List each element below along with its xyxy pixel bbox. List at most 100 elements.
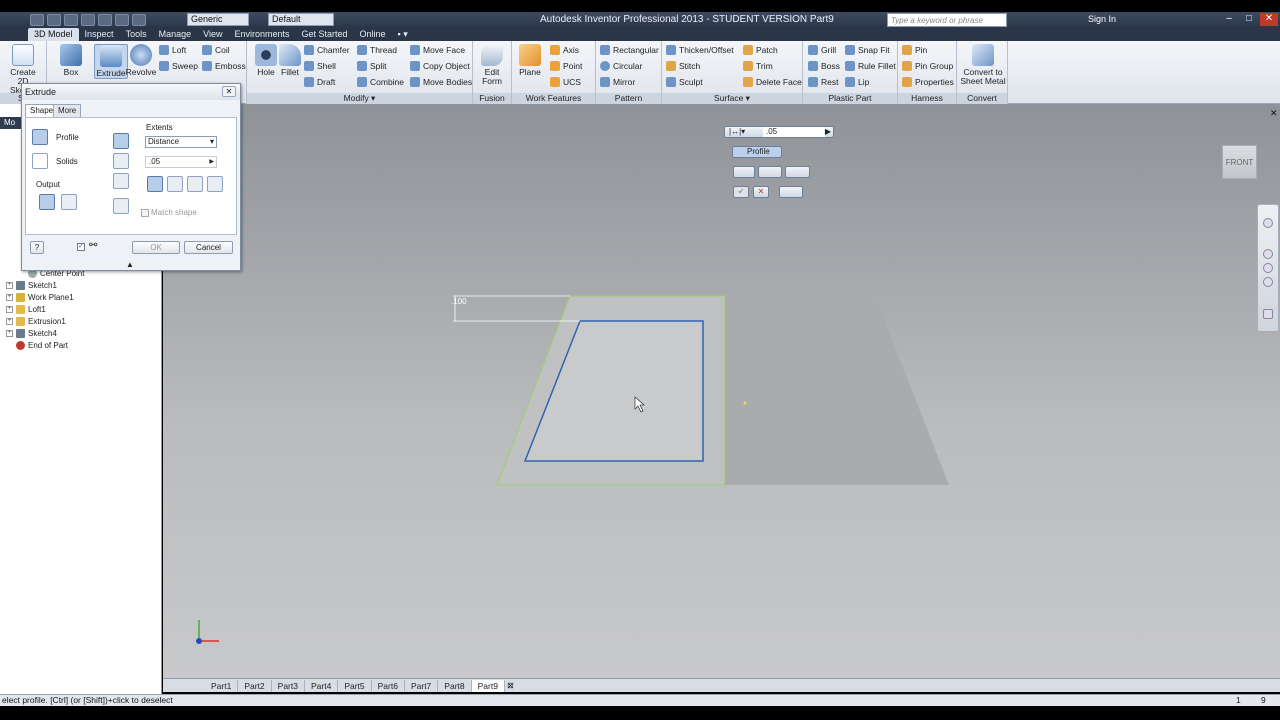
tree-item-sketch4[interactable]: + Sketch4: [6, 328, 57, 339]
open-icon[interactable]: [47, 14, 61, 26]
fillet-button[interactable]: Fillet: [273, 44, 307, 77]
menu-tools[interactable]: Tools: [120, 28, 153, 41]
thread-button[interactable]: Thread: [357, 43, 397, 57]
sweep-button[interactable]: Sweep: [159, 59, 198, 73]
maximize-button[interactable]: □: [1240, 13, 1258, 26]
box-button[interactable]: Box: [54, 44, 88, 77]
combine-button[interactable]: Combine: [357, 75, 404, 89]
patch-button[interactable]: Patch: [743, 43, 778, 57]
properties-button[interactable]: Properties: [902, 75, 954, 89]
graphics-viewport[interactable]: .100 ✕: [163, 104, 1280, 678]
apply-arrow-icon[interactable]: ▶: [825, 127, 831, 137]
sign-in-link[interactable]: Sign In: [1088, 14, 1116, 24]
symmetric-button[interactable]: [187, 176, 203, 192]
close-button[interactable]: ✕: [1260, 13, 1278, 26]
collapse-dialog-button[interactable]: ▲: [126, 260, 134, 269]
rest-button[interactable]: Rest: [808, 75, 838, 89]
mini-solid-select[interactable]: [733, 166, 755, 178]
coil-button[interactable]: Coil: [202, 43, 230, 57]
output-solid-button[interactable]: [39, 194, 55, 210]
minimize-button[interactable]: –: [1220, 13, 1238, 26]
doc-tab-part4[interactable]: Part4: [305, 679, 339, 692]
undo-icon[interactable]: [81, 14, 95, 26]
axis-button[interactable]: Axis: [550, 43, 579, 57]
tree-item-end-of-part[interactable]: End of Part: [16, 340, 68, 351]
copy-object-button[interactable]: Copy Object: [410, 59, 470, 73]
split-button[interactable]: Split: [357, 59, 387, 73]
new-icon[interactable]: [30, 14, 44, 26]
doc-tab-part2[interactable]: Part2: [238, 679, 272, 692]
doc-tab-part7[interactable]: Part7: [405, 679, 439, 692]
mini-cancel-button[interactable]: ✕: [753, 186, 769, 198]
mini-operation-select[interactable]: [785, 166, 810, 178]
flyout-arrow-icon[interactable]: ▶: [209, 157, 214, 167]
tree-item-loft1[interactable]: + Loft1: [6, 304, 46, 315]
material-combo[interactable]: Default: [268, 13, 334, 26]
dialog-close-button[interactable]: ✕: [222, 86, 236, 97]
dimension-label[interactable]: .100: [451, 297, 467, 306]
expand-icon[interactable]: +: [6, 282, 13, 289]
save-icon[interactable]: [64, 14, 78, 26]
ucs-button[interactable]: UCS: [550, 75, 581, 89]
expand-icon[interactable]: +: [6, 294, 13, 301]
menu-manage[interactable]: Manage: [153, 28, 198, 41]
chamfer-button[interactable]: Chamfer: [304, 43, 350, 57]
expand-icon[interactable]: +: [6, 330, 13, 337]
orbit-icon[interactable]: [1263, 277, 1273, 287]
draft-button[interactable]: Draft: [304, 75, 335, 89]
rectangular-pattern-button[interactable]: Rectangular: [600, 43, 659, 57]
rule-fillet-button[interactable]: Rule Fillet: [845, 59, 896, 73]
new-solid-button[interactable]: [113, 198, 129, 214]
doc-tab-part8[interactable]: Part8: [438, 679, 472, 692]
output-surface-button[interactable]: [61, 194, 77, 210]
profile-select-button[interactable]: [32, 129, 48, 145]
home-icon[interactable]: [115, 14, 129, 26]
mini-distance-input[interactable]: .05: [763, 127, 825, 137]
convert-sheet-metal-button[interactable]: Convert to Sheet Metal: [960, 44, 1006, 86]
tab-more[interactable]: More: [53, 104, 82, 117]
doc-tab-part6[interactable]: Part6: [372, 679, 405, 692]
close-tab-icon[interactable]: ⊠: [507, 681, 514, 690]
doc-tab-part5[interactable]: Part5: [338, 679, 372, 692]
solids-select-button[interactable]: [32, 153, 48, 169]
circular-pattern-button[interactable]: Circular: [600, 59, 642, 73]
expand-icon[interactable]: +: [6, 306, 13, 313]
menu-3d-model[interactable]: 3D Model: [28, 28, 79, 41]
model-canvas[interactable]: [163, 104, 1280, 678]
pin-group-button[interactable]: Pin Group: [902, 59, 953, 73]
mirror-button[interactable]: Mirror: [600, 75, 635, 89]
viewcube[interactable]: FRONT: [1222, 145, 1257, 179]
preview-checkbox[interactable]: ✓: [77, 243, 85, 251]
cut-button[interactable]: [113, 153, 129, 169]
help-button[interactable]: ?: [30, 241, 44, 254]
tree-item-work-plane1[interactable]: + Work Plane1: [6, 292, 74, 303]
point-button[interactable]: Point: [550, 59, 582, 73]
asymmetric-button[interactable]: [207, 176, 223, 192]
doc-tab-part9[interactable]: Part9: [471, 679, 505, 692]
zoom-icon[interactable]: [1263, 263, 1273, 273]
search-input[interactable]: Type a keyword or phrase: [887, 13, 1007, 27]
edit-form-button[interactable]: Edit Form: [475, 44, 509, 86]
look-at-icon[interactable]: [1263, 309, 1273, 319]
steering-wheel-icon[interactable]: [1263, 218, 1273, 228]
extrude-button[interactable]: Extrude: [94, 44, 128, 79]
tree-item-sketch1[interactable]: + Sketch1: [6, 280, 57, 291]
mini-profile-select[interactable]: Profile: [732, 146, 782, 158]
menu-extra[interactable]: ▪ ▾: [392, 28, 414, 41]
doc-tab-part3[interactable]: Part3: [272, 679, 305, 692]
pin-button[interactable]: Pin: [902, 43, 927, 57]
join-button[interactable]: [113, 133, 129, 149]
mini-options-button[interactable]: [779, 186, 803, 198]
shell-button[interactable]: Shell: [304, 59, 336, 73]
menu-get-started[interactable]: Get Started: [296, 28, 354, 41]
distance-input[interactable]: .05 ▶: [145, 156, 217, 168]
direction2-button[interactable]: [167, 176, 183, 192]
intersect-button[interactable]: [113, 173, 129, 189]
mini-ok-button[interactable]: ✔: [733, 186, 749, 198]
emboss-button[interactable]: Emboss: [202, 59, 246, 73]
delete-face-button[interactable]: Delete Face: [743, 75, 802, 89]
menu-environments[interactable]: Environments: [228, 28, 295, 41]
sculpt-button[interactable]: Sculpt: [666, 75, 703, 89]
plane-button[interactable]: Plane: [513, 44, 547, 77]
move-bodies-button[interactable]: Move Bodies: [410, 75, 472, 89]
